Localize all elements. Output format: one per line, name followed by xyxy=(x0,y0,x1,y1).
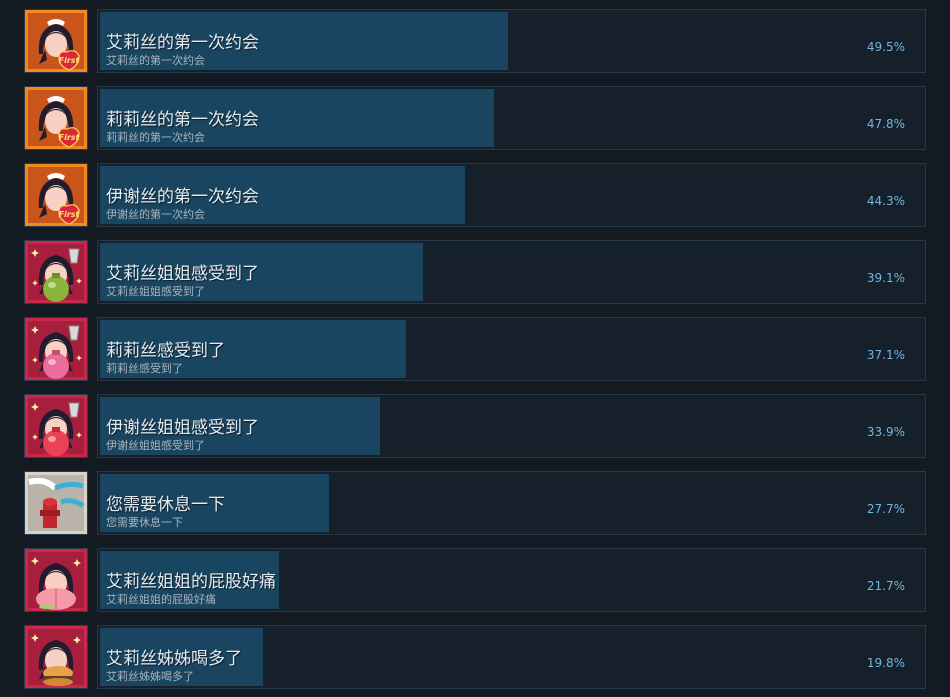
progress-bar: 艾莉丝姐姐的屁股好痛 艾莉丝姐姐的屁股好痛 21.7% xyxy=(97,548,926,612)
progress-bar: 艾莉丝姊姊喝多了 艾莉丝姊姊喝多了 19.8% xyxy=(97,625,926,689)
achievement-description: 艾莉丝姐姐感受到了 xyxy=(106,285,205,298)
achievement-row[interactable]: 艾莉丝姐姐的屁股好痛 艾莉丝姐姐的屁股好痛 21.7% xyxy=(0,539,950,616)
potion-green-icon xyxy=(24,240,88,304)
achievement-title: 莉莉丝的第一次约会 xyxy=(106,110,259,130)
achievement-description: 莉莉丝的第一次约会 xyxy=(106,131,205,144)
achievement-row[interactable]: First 伊谢丝的第一次约会 伊谢丝的第一次约会 44.3% xyxy=(0,154,950,231)
achievement-percent: 49.5% xyxy=(866,40,905,54)
achievement-percent: 27.7% xyxy=(866,502,905,516)
achievement-row[interactable]: 莉莉丝感受到了 莉莉丝感受到了 37.1% xyxy=(0,308,950,385)
progress-bar: 伊谢丝姐姐感受到了 伊谢丝姐姐感受到了 33.9% xyxy=(97,394,926,458)
achievement-title: 艾莉丝的第一次约会 xyxy=(106,33,259,53)
achievement-row[interactable]: 艾莉丝姐姐感受到了 艾莉丝姐姐感受到了 39.1% xyxy=(0,231,950,308)
first-date-heart-icon: First xyxy=(24,9,88,73)
achievement-percent: 39.1% xyxy=(866,271,905,285)
achievement-description: 您需要休息一下 xyxy=(106,516,183,529)
achievement-row[interactable]: 您需要休息一下 您需要休息一下 27.7% xyxy=(0,462,950,539)
achievement-percent: 21.7% xyxy=(866,579,905,593)
achievement-title: 伊谢丝姐姐感受到了 xyxy=(106,418,259,438)
achievement-title: 伊谢丝的第一次约会 xyxy=(106,187,259,207)
achievement-percent: 33.9% xyxy=(866,425,905,439)
achievement-description: 艾莉丝姐姐的屁股好痛 xyxy=(106,593,216,606)
achievement-percent: 37.1% xyxy=(866,348,905,362)
achievement-row[interactable]: 艾莉丝姊姊喝多了 艾莉丝姊姊喝多了 19.8% xyxy=(0,616,950,693)
achievement-description: 艾莉丝的第一次约会 xyxy=(106,54,205,67)
achievement-title: 莉莉丝感受到了 xyxy=(106,341,225,361)
first-date-heart-icon: First xyxy=(24,163,88,227)
achievement-percent: 44.3% xyxy=(866,194,905,208)
achievement-title: 艾莉丝姊姊喝多了 xyxy=(106,649,242,669)
burger-icon xyxy=(24,625,88,689)
progress-bar: 艾莉丝姐姐感受到了 艾莉丝姐姐感受到了 39.1% xyxy=(97,240,926,304)
first-date-heart-icon: First xyxy=(59,56,81,65)
potion-red-icon xyxy=(24,394,88,458)
achievement-description: 伊谢丝的第一次约会 xyxy=(106,208,205,221)
fire-hydrant-icon xyxy=(24,471,88,535)
achievement-percent: 19.8% xyxy=(866,656,905,670)
achievement-description: 伊谢丝姐姐感受到了 xyxy=(106,439,205,452)
achievement-description: 莉莉丝感受到了 xyxy=(106,362,183,375)
achievement-percent: 47.8% xyxy=(866,117,905,131)
achievement-row[interactable]: First 艾莉丝的第一次约会 艾莉丝的第一次约会 49.5% xyxy=(0,0,950,77)
progress-bar: 艾莉丝的第一次约会 艾莉丝的第一次约会 49.5% xyxy=(97,9,926,73)
achievement-row[interactable]: 伊谢丝姐姐感受到了 伊谢丝姐姐感受到了 33.9% xyxy=(0,385,950,462)
progress-bar: 莉莉丝的第一次约会 莉莉丝的第一次约会 47.8% xyxy=(97,86,926,150)
peach-icon xyxy=(24,548,88,612)
first-date-heart-icon: First xyxy=(59,133,81,142)
first-date-heart-icon: First xyxy=(59,210,81,219)
achievement-row[interactable]: First 莉莉丝的第一次约会 莉莉丝的第一次约会 47.8% xyxy=(0,77,950,154)
progress-bar: 伊谢丝的第一次约会 伊谢丝的第一次约会 44.3% xyxy=(97,163,926,227)
progress-bar: 您需要休息一下 您需要休息一下 27.7% xyxy=(97,471,926,535)
potion-pink-icon xyxy=(24,317,88,381)
first-date-heart-icon: First xyxy=(24,86,88,150)
progress-bar: 莉莉丝感受到了 莉莉丝感受到了 37.1% xyxy=(97,317,926,381)
achievement-title: 艾莉丝姐姐感受到了 xyxy=(106,264,259,284)
achievement-title: 艾莉丝姐姐的屁股好痛 xyxy=(106,572,276,592)
achievement-description: 艾莉丝姊姊喝多了 xyxy=(106,670,194,683)
achievement-title: 您需要休息一下 xyxy=(106,495,225,515)
